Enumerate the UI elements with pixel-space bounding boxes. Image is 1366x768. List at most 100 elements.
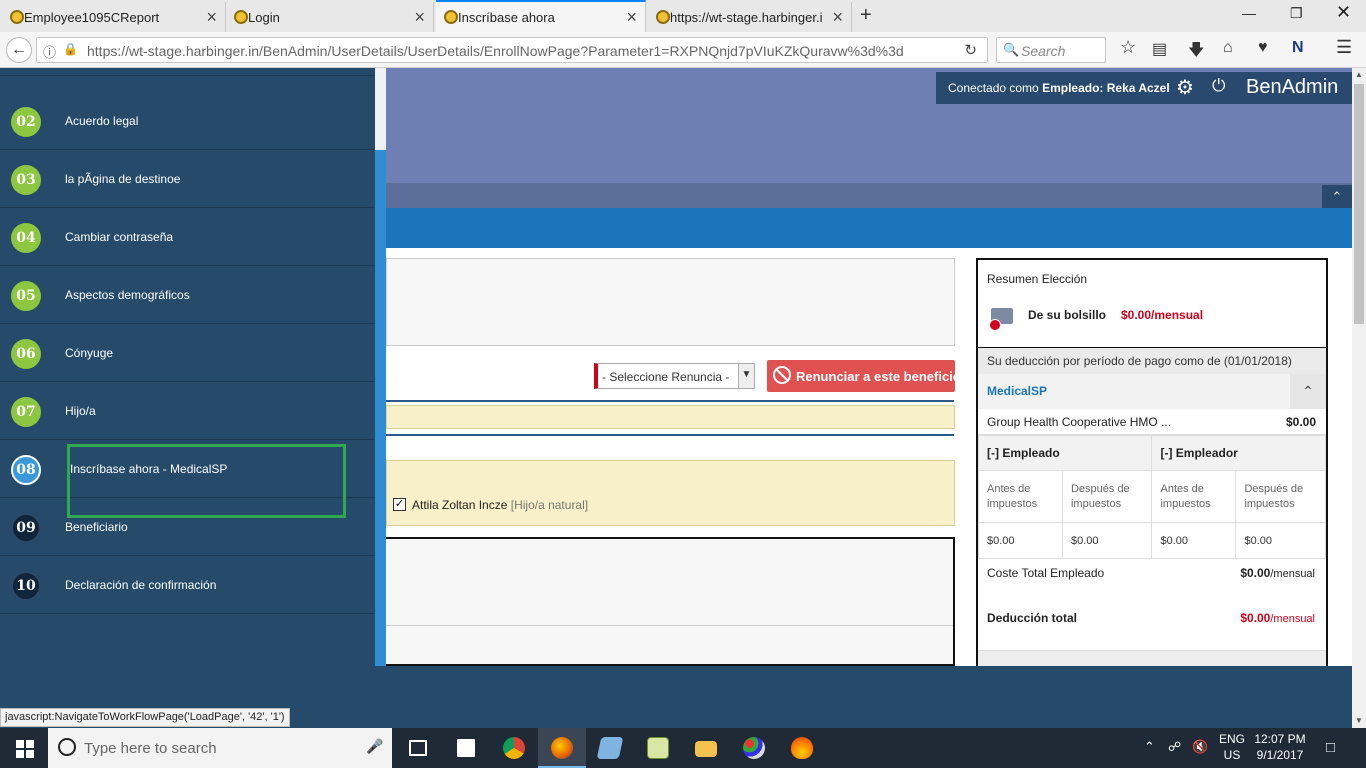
bookmark-star-icon[interactable]: ☆ [1120,37,1136,58]
step-number-badge: 03 [11,165,41,195]
out-of-pocket-value: $0.00/mensual [1121,308,1204,322]
sidebar-step[interactable]: 03 la pÃgina de destinoe [0,150,375,208]
volume-muted-icon[interactable]: 🔇 [1192,739,1208,755]
waive-benefit-button[interactable]: Renunciar a este beneficio [767,360,961,392]
employer-column-header[interactable]: [-] Empleador [1151,435,1326,471]
notifications-icon[interactable]: □ [1326,739,1335,756]
notes-app-icon[interactable] [586,728,634,768]
step-label[interactable]: la pÃgina de destinoe [65,172,180,186]
employee-column-header[interactable]: [-] Empleado [977,435,1153,471]
step-label[interactable]: Beneficiario [65,520,128,534]
store-icon[interactable] [442,728,490,768]
sidebar-step[interactable]: 02 Acuerdo legal [0,92,375,150]
back-button[interactable]: ← [6,37,32,63]
step-label[interactable]: Hijo/a [65,404,96,418]
table-subheader: Después de impuestos [1235,470,1326,523]
waive-benefit-label: Renunciar a este beneficio [796,369,961,384]
system-clock[interactable]: 12:07 PM 9/1/2017 [1252,731,1308,763]
sidebar-step[interactable]: 10 Declaración de confirmación [0,556,375,614]
waive-select-value: - Seleccione Renuncia - [602,370,730,384]
step-label[interactable]: Aspectos demográficos [65,288,190,302]
lock-icon[interactable]: 🔒 [63,42,78,56]
scrollbar-thumb[interactable] [1354,84,1364,324]
vertical-scrollbar[interactable]: ▲ ▼ [1352,68,1366,728]
gear-icon[interactable]: ⚙ [1176,75,1194,100]
step-number-badge: 02 [11,107,41,137]
total-employee-value: $0.00/mensual [1240,566,1315,580]
taskbar-search-input[interactable]: Type here to search 🎤 [48,728,392,768]
tab-title: Employee1095CReport [24,9,160,25]
step-number-badge: 07 [11,397,41,427]
maximize-icon[interactable]: ❐ [1290,5,1303,22]
firefox-icon[interactable] [538,728,586,768]
new-tab-button[interactable]: + [860,4,872,27]
info-icon[interactable]: ⓘ [43,42,56,61]
home-icon[interactable]: ⌂ [1223,39,1233,57]
region-code: US [1223,748,1241,762]
spreadsheet-app-icon[interactable] [634,728,682,768]
menu-icon[interactable]: ☰ [1336,37,1352,58]
collapse-header-button[interactable]: ⌃ [1322,185,1352,208]
network-icon[interactable]: ☍ [1168,739,1181,755]
browser-tab[interactable]: https://wt-stage.harbinger.i × [648,2,852,32]
step-label[interactable]: Declaración de confirmación [65,578,216,592]
browser-tab-active[interactable]: Inscríbase ahora × [436,0,646,32]
chevron-up-icon[interactable]: ⌃ [1290,374,1326,409]
tab-title: Inscríbase ahora [458,9,555,25]
show-hidden-icons-icon[interactable]: ⌃ [1144,739,1155,755]
paint-app-icon[interactable] [730,728,778,768]
minimize-icon[interactable]: — [1242,5,1256,21]
step-label[interactable]: Cambiar contraseña [65,230,173,244]
close-tab-icon[interactable]: × [626,7,637,28]
carrier-value: $0.00 [1285,415,1316,429]
dependent-checkbox[interactable]: ✓ [393,498,406,511]
carrier-row: Group Health Cooperative HMO ... $0.00 [978,409,1326,435]
pocket-save-icon[interactable]: ♥ [1258,39,1268,57]
download-icon[interactable]: 🡇 [1188,39,1204,66]
close-tab-icon[interactable]: × [206,7,217,28]
waive-reason-select[interactable]: - Seleccione Renuncia - ▼ [594,363,755,389]
task-view-icon[interactable] [394,728,442,768]
reading-list-icon[interactable]: ▤ [1152,39,1167,59]
ban-icon [773,366,791,384]
microphone-icon[interactable]: 🎤 [366,738,383,755]
workflow-sidebar: 02 Acuerdo legal 03 la pÃgina de destino… [0,68,375,666]
flame-app-icon[interactable] [778,728,826,768]
power-icon[interactable]: ⏻ [1212,76,1225,96]
sidebar-step[interactable]: 06 Cónyuge [0,324,375,382]
sidebar-step[interactable]: 07 Hijo/a [0,382,375,440]
url-text[interactable]: https://wt-stage.harbinger.in/BenAdmin/U… [87,43,904,59]
url-bar[interactable]: ⓘ 🔒 https://wt-stage.harbinger.in/BenAdm… [36,37,988,63]
reload-icon[interactable]: ↻ [964,41,977,59]
scroll-up-icon[interactable]: ▲ [1352,68,1366,82]
plan-name[interactable]: MedicalSP [987,384,1047,398]
file-explorer-icon[interactable] [682,728,730,768]
close-tab-icon[interactable]: × [832,7,843,28]
table-subheader: Antes de impuestos [1151,470,1237,523]
highlight-box [67,444,346,518]
plan-row[interactable]: MedicalSP ⌃ [978,374,1326,409]
browser-search-input[interactable]: 🔍 Search [996,37,1106,63]
step-label[interactable]: Acuerdo legal [65,114,138,128]
chevron-down-icon[interactable]: ▼ [738,364,754,388]
scroll-down-icon[interactable]: ▼ [1352,714,1366,728]
divider [386,400,954,402]
chrome-icon[interactable] [490,728,538,768]
input-language[interactable]: ENG US [1218,731,1246,763]
dependent-name: Attila Zoltan Incze [Hijo/a natural] [412,498,589,512]
browser-tab[interactable]: Employee1095CReport × [2,2,226,32]
windows-start-icon[interactable] [0,728,48,768]
divider [386,625,953,626]
sidebar-step[interactable]: 04 Cambiar contraseña [0,208,375,266]
browser-tab[interactable]: Login × [226,2,434,32]
extension-icon[interactable]: N [1292,39,1304,57]
step-label[interactable]: Cónyuge [65,346,113,360]
total-deduction-value: $0.00/mensual [1240,611,1315,625]
total-deduction-label: Deducción total [987,611,1078,625]
sidebar-step[interactable] [0,68,375,76]
step-number-badge: 09 [11,513,41,543]
close-window-icon[interactable]: ✕ [1336,2,1351,23]
sidebar-step[interactable]: 05 Aspectos demográficos [0,266,375,324]
contribution-table: [-] Empleado [-] Empleador Antes de impu… [977,435,1326,559]
close-tab-icon[interactable]: × [414,7,425,28]
